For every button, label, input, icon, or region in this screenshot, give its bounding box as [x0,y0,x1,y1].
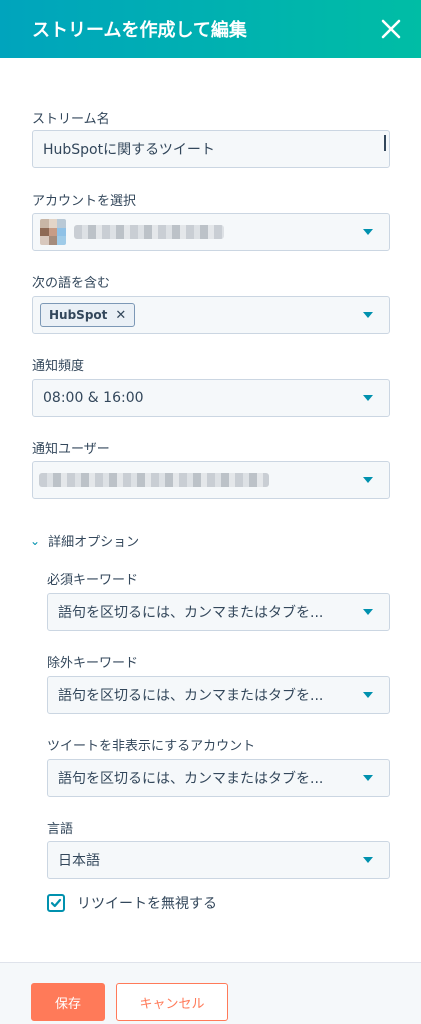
ignore-retweets-row: リツイートを無視する [47,893,217,913]
checkmark-icon [50,898,62,908]
chevron-down-icon [363,609,373,615]
advanced-options-label: 詳細オプション [48,535,140,550]
account-avatar [40,219,66,245]
hidden-accounts-placeholder: 語句を区切るには、カンマまたはタブを... [58,771,324,787]
excluded-keywords-placeholder: 語句を区切るには、カンマまたはタブを... [58,688,324,704]
account-label: アカウントを選択 [32,194,137,209]
account-name-redacted [74,225,224,239]
text-cursor [384,135,386,151]
excluded-keywords-input[interactable]: 語句を区切るには、カンマまたはタブを... [47,676,390,714]
stream-name-label: ストリーム名 [32,112,110,127]
keyword-tag-label: HubSpot [49,308,108,322]
required-keywords-input[interactable]: 語句を区切るには、カンマまたはタブを... [47,593,390,631]
chevron-down-icon [363,857,373,863]
hidden-accounts-label: ツイートを非表示にするアカウント [47,739,256,754]
frequency-value: 08:00 & 16:00 [43,390,144,406]
ignore-retweets-checkbox[interactable] [47,894,65,912]
keyword-tag: HubSpot ✕ [40,303,136,327]
frequency-select[interactable]: 08:00 & 16:00 [32,379,390,417]
notify-user-label: 通知ユーザー [32,442,110,457]
language-label: 言語 [47,822,74,837]
chevron-down-icon: ⌄ [30,533,41,548]
stream-name-input[interactable]: HubSpotに関するツイート [32,130,390,168]
keywords-input[interactable]: HubSpot ✕ [32,296,390,334]
remove-tag-icon[interactable]: ✕ [115,308,126,323]
hidden-accounts-input[interactable]: 語句を区切るには、カンマまたはタブを... [47,759,390,797]
language-value: 日本語 [58,853,100,869]
notify-user-select[interactable] [32,461,390,499]
keywords-label: 次の語を含む [32,276,111,291]
frequency-label: 通知頻度 [32,359,85,374]
chevron-down-icon [363,775,373,781]
close-icon[interactable] [375,13,407,45]
stream-name-value: HubSpotに関するツイート [43,142,215,158]
account-select[interactable] [32,213,390,251]
save-button[interactable]: 保存 [31,983,105,1021]
required-keywords-label: 必須キーワード [47,573,139,588]
required-keywords-placeholder: 語句を区切るには、カンマまたはタブを... [58,605,324,621]
chevron-down-icon [363,692,373,698]
advanced-options-toggle[interactable]: ⌄ 詳細オプション [30,531,140,551]
excluded-keywords-label: 除外キーワード [47,656,139,671]
chevron-down-icon [363,229,373,235]
panel-header: ストリームを作成して編集 [0,0,421,58]
cancel-button[interactable]: キャンセル [116,983,228,1021]
chevron-down-icon [363,395,373,401]
language-select[interactable]: 日本語 [47,841,390,879]
panel-title: ストリームを作成して編集 [32,20,247,41]
chevron-down-icon [363,477,373,483]
chevron-down-icon [363,312,373,318]
notify-user-redacted [39,473,269,487]
ignore-retweets-label: リツイートを無視する [77,896,217,912]
